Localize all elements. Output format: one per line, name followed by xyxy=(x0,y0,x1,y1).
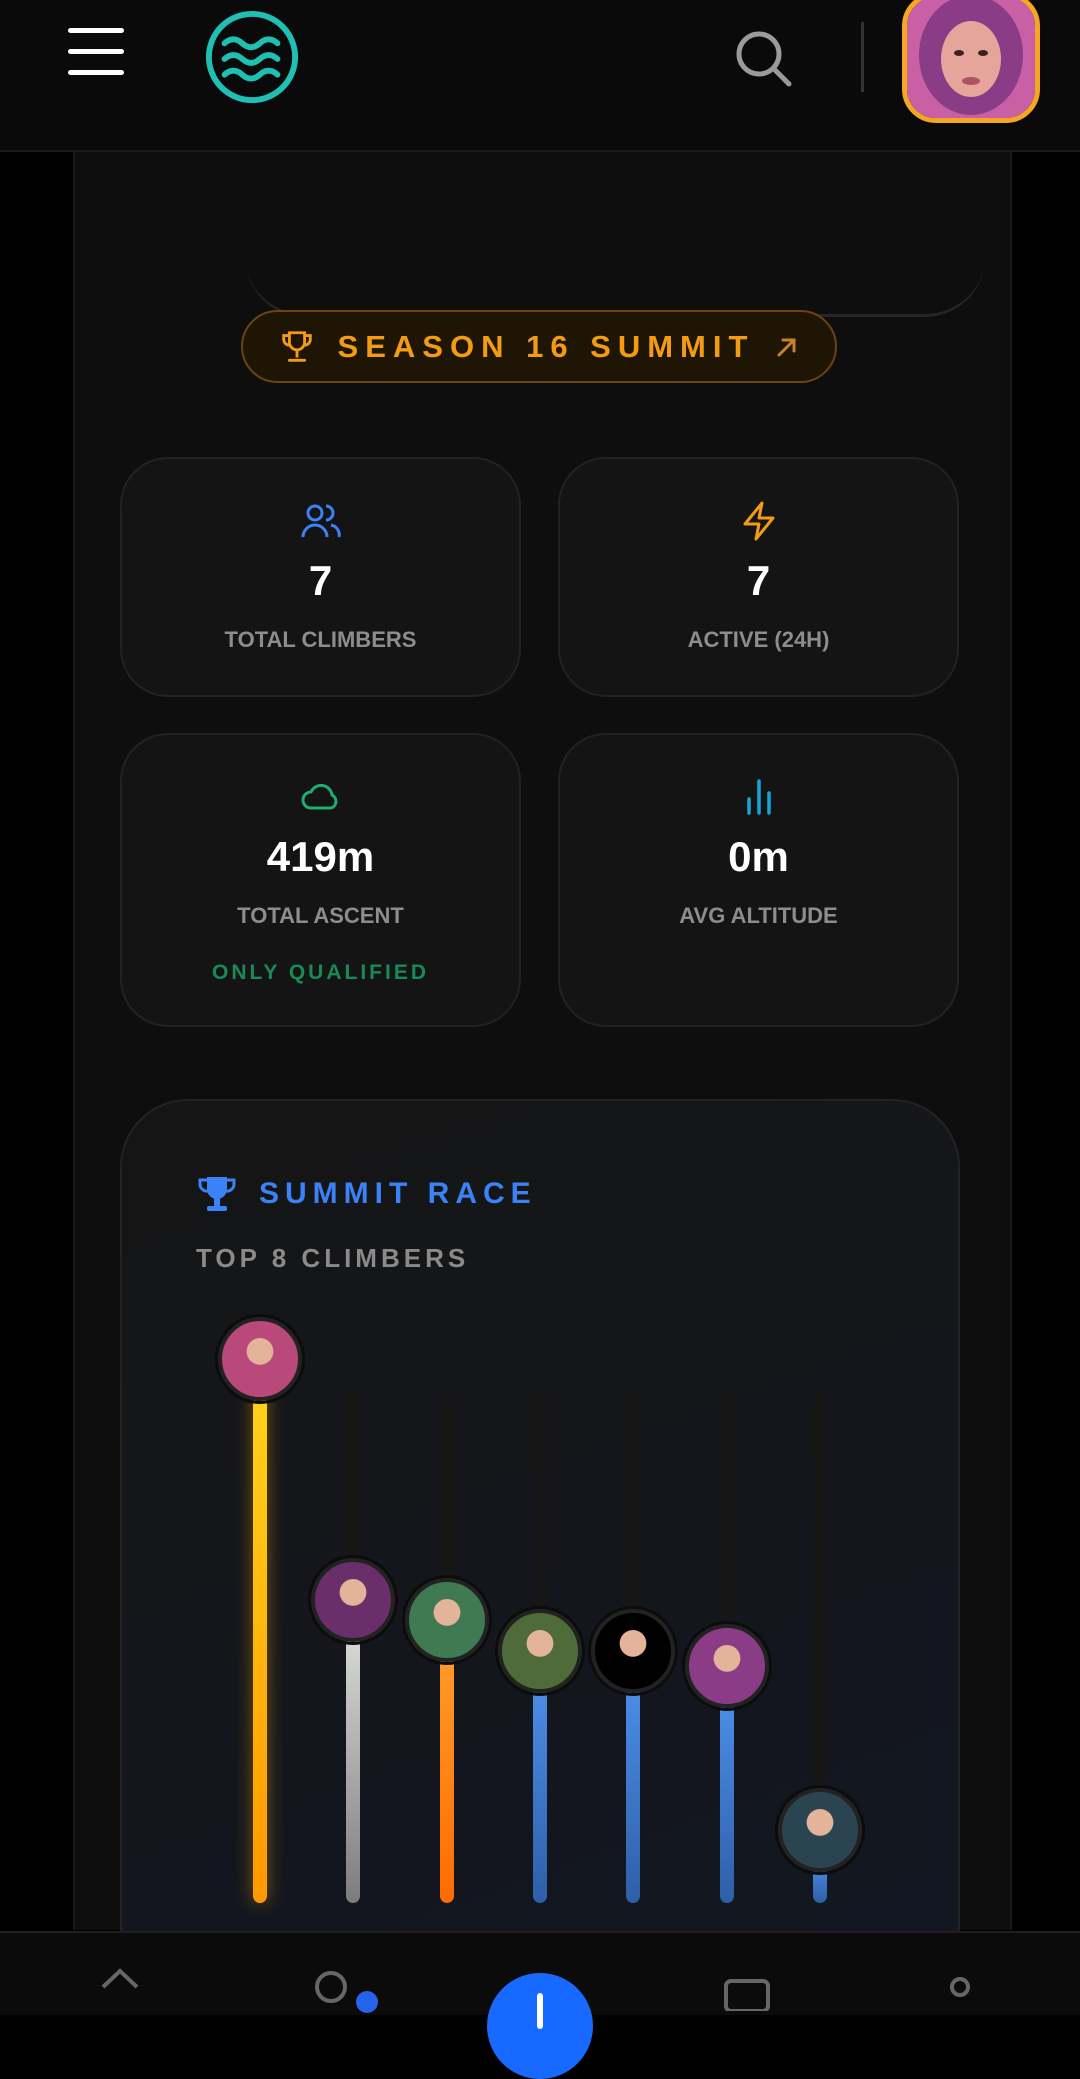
lane-progress-bar xyxy=(719,1698,734,1903)
lane-progress-bar xyxy=(253,1391,267,1903)
climber-avatar[interactable] xyxy=(311,1557,396,1642)
lane-progress-bar xyxy=(346,1631,361,1903)
stat-label: TOTAL CLIMBERS xyxy=(224,627,417,652)
race-header: SUMMIT RACE xyxy=(197,1174,537,1214)
trophy-icon xyxy=(198,1177,236,1211)
climber-avatar[interactable] xyxy=(497,1608,582,1693)
climber-avatar[interactable] xyxy=(218,1317,302,1401)
climber-avatar[interactable] xyxy=(404,1578,489,1663)
season-label: SEASON 16 SUMMIT xyxy=(337,328,755,364)
search-icon[interactable] xyxy=(733,28,795,90)
stat-card-active: 7 ACTIVE (24H) xyxy=(558,457,959,697)
bottom-nav xyxy=(0,1931,1080,2079)
section-edge xyxy=(245,210,985,317)
stat-card-total-climbers: 7 TOTAL CLIMBERS xyxy=(120,457,521,697)
qualified-note: ONLY QUALIFIED xyxy=(211,961,430,984)
waves-logo-icon[interactable] xyxy=(203,8,301,106)
stat-value: 7 xyxy=(308,557,333,604)
stat-value: 7 xyxy=(746,557,771,604)
race-subtitle: TOP 8 CLIMBERS xyxy=(196,1243,470,1273)
stat-label: TOTAL ASCENT xyxy=(237,903,404,928)
climber-avatar[interactable] xyxy=(777,1788,862,1873)
stat-label: AVG ALTITUDE xyxy=(679,903,838,928)
season-badge-button[interactable]: SEASON 16 SUMMIT xyxy=(241,310,837,383)
climber-avatar[interactable] xyxy=(591,1608,676,1693)
inbox-icon[interactable] xyxy=(722,1961,772,2011)
stat-value: 419m xyxy=(266,833,375,880)
trophy-icon xyxy=(281,330,312,362)
stat-card-avg-altitude: 0m AVG ALTITUDE xyxy=(558,733,959,1027)
add-icon[interactable] xyxy=(487,1973,593,2079)
bar-chart-icon xyxy=(746,779,771,815)
stat-label: ACTIVE (24H) xyxy=(687,627,830,652)
top-bar xyxy=(0,0,1080,152)
notification-dot xyxy=(356,1991,378,2013)
lightning-icon xyxy=(743,501,774,541)
user-avatar[interactable] xyxy=(902,0,1040,123)
profile-icon[interactable] xyxy=(935,1961,985,2011)
lane-progress-bar xyxy=(532,1682,547,1903)
lane-progress-bar xyxy=(626,1682,641,1903)
header-divider xyxy=(861,22,864,92)
people-icon[interactable] xyxy=(306,1961,356,2011)
hamburger-menu-icon[interactable] xyxy=(68,28,124,78)
stat-value: 0m xyxy=(728,833,789,880)
climber-avatar[interactable] xyxy=(684,1624,769,1709)
arrow-up-right-icon xyxy=(777,338,796,356)
lane-progress-bar xyxy=(439,1652,454,1903)
stat-card-total-ascent: 419m TOTAL ASCENT ONLY QUALIFIED xyxy=(120,733,521,1027)
home-icon[interactable] xyxy=(95,1961,145,2011)
summit-race-card: SUMMIT RACE TOP 8 CLIMBERS xyxy=(120,1099,960,1999)
race-title: SUMMIT RACE xyxy=(259,1177,537,1210)
avatar-portrait xyxy=(907,0,1035,118)
users-icon xyxy=(301,504,341,538)
cloud-icon xyxy=(301,783,337,810)
